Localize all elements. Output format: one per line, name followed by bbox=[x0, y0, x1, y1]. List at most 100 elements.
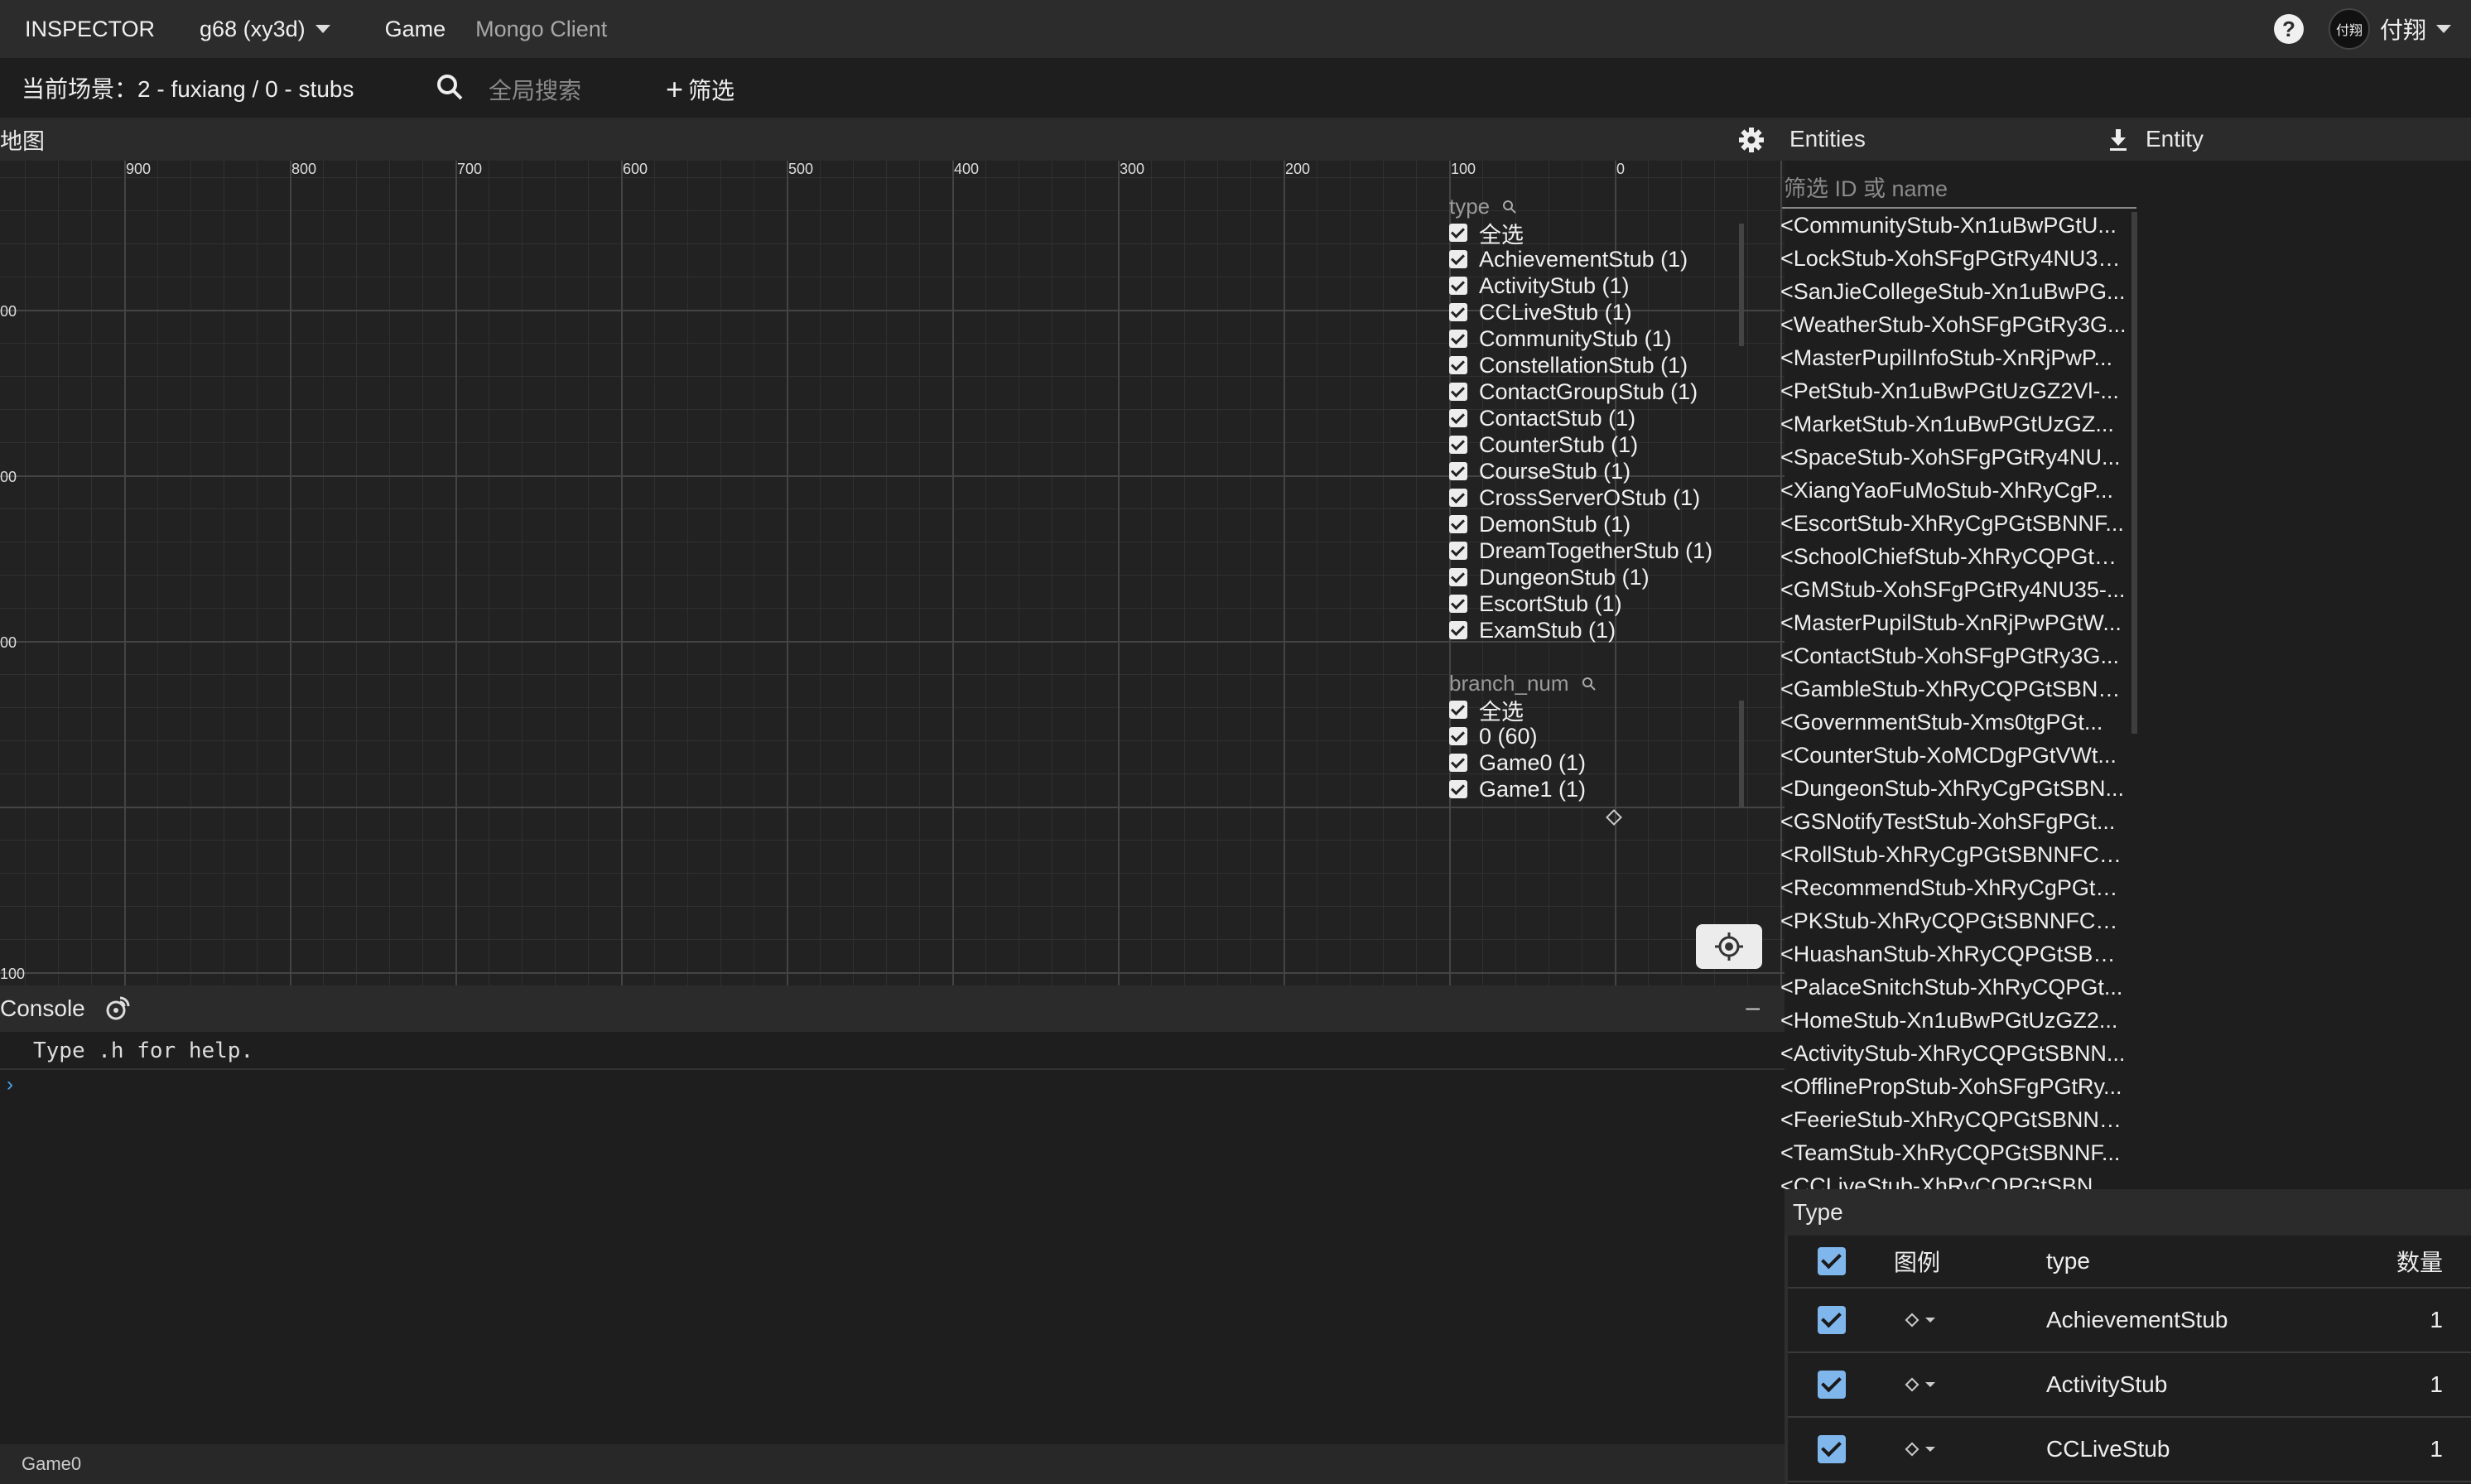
entity-list-item[interactable]: <ContactStub-XohSFgPGtRy3G... bbox=[1780, 639, 2127, 672]
type-legend-item[interactable]: ContactGroupStub (1) bbox=[1449, 378, 1747, 405]
checkbox[interactable] bbox=[1449, 383, 1467, 401]
console-output[interactable]: Type .h for help. › bbox=[0, 1032, 1785, 1444]
entity-list-item[interactable]: <HuashanStub-XhRyCQPGtSBN... bbox=[1780, 937, 2127, 971]
entity-list-item[interactable]: <TeamStub-XhRyCQPGtSBNNF... bbox=[1780, 1136, 2127, 1169]
locate-button[interactable] bbox=[1696, 924, 1762, 969]
checkbox[interactable] bbox=[1449, 303, 1467, 321]
checkbox[interactable] bbox=[1449, 489, 1467, 507]
checkbox[interactable] bbox=[1449, 754, 1467, 772]
type-legend-item[interactable]: CourseStub (1) bbox=[1449, 458, 1747, 484]
console-prompt[interactable]: › bbox=[7, 1073, 13, 1096]
avatar[interactable]: 付翔 bbox=[2328, 8, 2370, 50]
gear-icon[interactable] bbox=[1737, 126, 1765, 154]
entity-list-item[interactable]: <PetStub-Xn1uBwPGtUzGZ2Vl-... bbox=[1780, 374, 2127, 407]
branch-legend-scrollbar[interactable] bbox=[1739, 701, 1744, 808]
type-legend-item[interactable]: ConstellationStub (1) bbox=[1449, 352, 1747, 378]
checkbox[interactable] bbox=[1449, 542, 1467, 560]
type-legend-item[interactable]: CounterStub (1) bbox=[1449, 431, 1747, 458]
legend-style-picker[interactable] bbox=[1905, 1442, 1935, 1457]
checkbox[interactable] bbox=[1449, 436, 1467, 454]
global-search-input[interactable]: 全局搜索 bbox=[489, 73, 581, 106]
entity-list-item[interactable]: <FeerieStub-XhRyCQPGtSBNNF... bbox=[1780, 1103, 2127, 1136]
entity-list-item[interactable]: <CCLiveStub-XhRyCQPGtSBNN... bbox=[1780, 1169, 2127, 1189]
checkbox[interactable] bbox=[1449, 727, 1467, 745]
branch-legend-item[interactable]: Game0 (1) bbox=[1449, 749, 1747, 776]
row-checkbox[interactable] bbox=[1818, 1371, 1846, 1399]
type-legend-scrollbar[interactable] bbox=[1739, 224, 1744, 346]
col-count-header[interactable]: 数量 bbox=[2396, 1245, 2443, 1278]
entity-list-scrollbar[interactable] bbox=[2131, 212, 2137, 734]
select-all-checkbox[interactable] bbox=[1818, 1247, 1846, 1275]
entity-list-item[interactable]: <PKStub-XhRyCQPGtSBNNFCK-... bbox=[1780, 904, 2127, 937]
entity-list-item[interactable]: <MasterPupilStub-XnRjPwPGtW... bbox=[1780, 606, 2127, 639]
entity-list-item[interactable]: <MasterPupilInfoStub-XnRjPwP... bbox=[1780, 341, 2127, 374]
checkbox[interactable] bbox=[1449, 277, 1467, 295]
entity-list-item[interactable]: <XiangYaoFuMoStub-XhRyCgP... bbox=[1780, 474, 2127, 507]
table-row[interactable]: ActivityStub 1 bbox=[1788, 1353, 2471, 1418]
nav-game[interactable]: Game bbox=[385, 17, 446, 42]
entity-list-item[interactable]: <RollStub-XhRyCgPGtSBNNFCt-... bbox=[1780, 838, 2127, 871]
entity-list-item[interactable]: <CounterStub-XoMCDgPGtVWt... bbox=[1780, 739, 2127, 772]
entity-list-item[interactable]: <GSNotifyTestStub-XohSFgPGt... bbox=[1780, 805, 2127, 838]
checkbox[interactable] bbox=[1449, 780, 1467, 798]
entity-list-item[interactable]: <SchoolChiefStub-XhRyCQPGtS... bbox=[1780, 540, 2127, 573]
entity-list-item[interactable]: <GovernmentStub-Xms0tgPGt... bbox=[1780, 706, 2127, 739]
row-checkbox[interactable] bbox=[1818, 1306, 1846, 1334]
entity-list-item[interactable]: <GMStub-XohSFgPGtRy4NU35-... bbox=[1780, 573, 2127, 606]
type-legend-item[interactable]: CommunityStub (1) bbox=[1449, 325, 1747, 352]
entity-list-item[interactable]: <SanJieCollegeStub-Xn1uBwPG... bbox=[1780, 275, 2127, 308]
checkbox[interactable] bbox=[1449, 330, 1467, 348]
entity-list-item[interactable]: <EscortStub-XhRyCgPGtSBNNF... bbox=[1780, 507, 2127, 540]
legend-style-picker[interactable] bbox=[1905, 1313, 1935, 1327]
col-type-header[interactable]: type bbox=[2046, 1248, 2090, 1274]
type-legend-item[interactable]: AchievementStub (1) bbox=[1449, 246, 1747, 272]
minimize-button[interactable]: – bbox=[1746, 994, 1760, 1022]
type-legend-item[interactable]: ExamStub (1) bbox=[1449, 617, 1747, 643]
server-selector[interactable]: g68 (xy3d) bbox=[200, 17, 330, 42]
checkbox[interactable] bbox=[1449, 621, 1467, 639]
checkbox[interactable] bbox=[1449, 224, 1467, 242]
checkbox[interactable] bbox=[1449, 515, 1467, 533]
type-legend-item[interactable]: 全选 bbox=[1449, 219, 1747, 248]
entity-list-item[interactable]: <GambleStub-XhRyCQPGtSBNN... bbox=[1780, 672, 2127, 706]
entity-list-item[interactable]: <PalaceSnitchStub-XhRyCQPGt... bbox=[1780, 971, 2127, 1004]
entity-list-item[interactable]: <RecommendStub-XhRyCgPGtS... bbox=[1780, 871, 2127, 904]
checkbox[interactable] bbox=[1449, 595, 1467, 613]
entity-list-item[interactable]: <OfflinePropStub-XohSFgPGtRy... bbox=[1780, 1070, 2127, 1103]
branch-legend-header[interactable]: branch_num bbox=[1449, 671, 1747, 696]
type-legend-item[interactable]: ContactStub (1) bbox=[1449, 405, 1747, 431]
type-legend-item[interactable]: ActivityStub (1) bbox=[1449, 272, 1747, 299]
search-icon[interactable] bbox=[1581, 676, 1597, 692]
type-legend-item[interactable]: DreamTogetherStub (1) bbox=[1449, 537, 1747, 564]
branch-legend-item[interactable]: 0 (60) bbox=[1449, 723, 1747, 749]
entity-list-item[interactable]: <MarketStub-Xn1uBwPGtUzGZ... bbox=[1780, 407, 2127, 441]
row-checkbox[interactable] bbox=[1818, 1435, 1846, 1463]
table-row[interactable]: AchievementStub 1 bbox=[1788, 1289, 2471, 1353]
checkbox[interactable] bbox=[1449, 701, 1467, 719]
branch-legend-item[interactable]: Game1 (1) bbox=[1449, 776, 1747, 802]
entity-list-item[interactable]: <CommunityStub-Xn1uBwPGtU... bbox=[1780, 209, 2127, 242]
type-legend-item[interactable]: EscortStub (1) bbox=[1449, 590, 1747, 617]
nav-mongo-client[interactable]: Mongo Client bbox=[475, 17, 607, 42]
type-legend-item[interactable]: DungeonStub (1) bbox=[1449, 564, 1747, 590]
type-legend-item[interactable]: CrossServerOStub (1) bbox=[1449, 484, 1747, 511]
entity-list-item[interactable]: <WeatherStub-XohSFgPGtRy3G... bbox=[1780, 308, 2127, 341]
search-icon[interactable] bbox=[1501, 199, 1518, 215]
entity-list-item[interactable]: <SpaceStub-XohSFgPGtRy4NU... bbox=[1780, 441, 2127, 474]
entity-list-item[interactable]: <LockStub-XohSFgPGtRy4NU38... bbox=[1780, 242, 2127, 275]
entity-list-item[interactable]: <HomeStub-Xn1uBwPGtUzGZ2... bbox=[1780, 1004, 2127, 1037]
checkbox[interactable] bbox=[1449, 409, 1467, 427]
checkbox[interactable] bbox=[1449, 462, 1467, 480]
branch-legend-item[interactable]: 全选 bbox=[1449, 696, 1747, 725]
add-filter-button[interactable]: + 筛选 bbox=[666, 73, 735, 106]
user-menu[interactable]: 付翔 bbox=[2380, 12, 2451, 46]
type-legend-item[interactable]: DemonStub (1) bbox=[1449, 511, 1747, 537]
entity-list-item[interactable]: <DungeonStub-XhRyCgPGtSBN... bbox=[1780, 772, 2127, 805]
table-row[interactable]: CCLiveStub 1 bbox=[1788, 1418, 2471, 1482]
entity-filter-input[interactable]: 筛选 ID 或 name bbox=[1782, 161, 2136, 209]
checkbox[interactable] bbox=[1449, 356, 1467, 374]
download-icon[interactable] bbox=[2106, 126, 2131, 152]
legend-style-picker[interactable] bbox=[1905, 1377, 1935, 1392]
entity-list-item[interactable]: <ActivityStub-XhRyCQPGtSBNN... bbox=[1780, 1037, 2127, 1070]
search-icon[interactable] bbox=[434, 71, 467, 104]
